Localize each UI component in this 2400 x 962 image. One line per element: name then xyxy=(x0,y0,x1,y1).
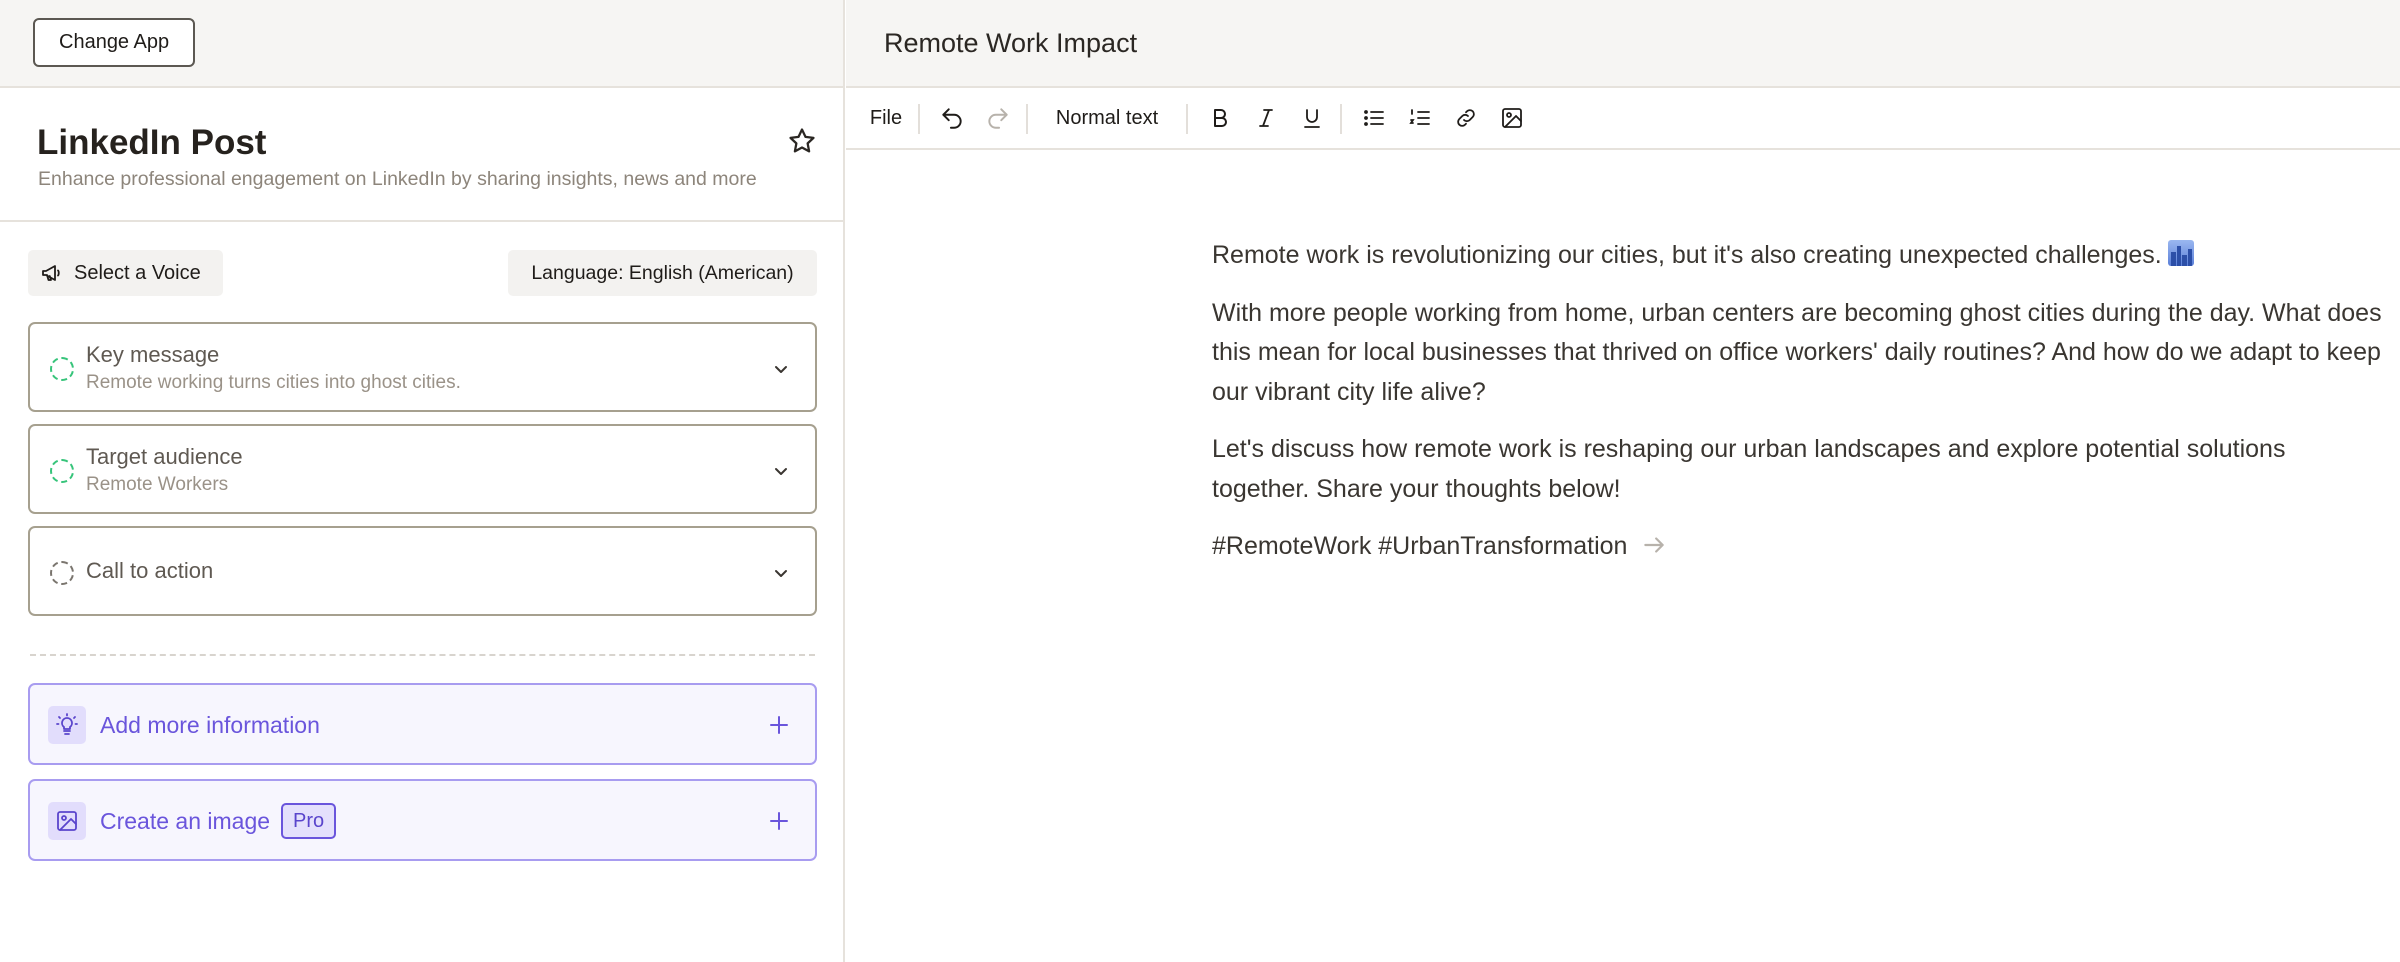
redo-button[interactable] xyxy=(978,88,1018,148)
status-circle-icon xyxy=(50,357,74,381)
plus-icon xyxy=(770,716,788,734)
text-style-dropdown[interactable]: Normal text xyxy=(1042,88,1172,148)
chevron-down-icon xyxy=(775,570,787,577)
status-circle-icon xyxy=(50,561,74,585)
select-voice-button[interactable]: Select a Voice xyxy=(28,250,223,296)
arrow-right-icon[interactable] xyxy=(1641,532,1667,558)
document-title[interactable]: Remote Work Impact xyxy=(884,28,1137,59)
document-header: Remote Work Impact xyxy=(846,0,2400,88)
section-divider xyxy=(30,654,815,656)
numbered-list-icon xyxy=(1409,109,1430,125)
lightbulb-icon xyxy=(48,706,86,744)
chevron-down-icon xyxy=(775,468,787,475)
field-key-message[interactable]: Key message Remote working turns cities … xyxy=(28,322,817,412)
language-button[interactable]: Language: English (American) xyxy=(508,250,817,296)
create-image-label: Create an image xyxy=(100,808,271,834)
left-top-bar: Change App xyxy=(0,0,843,88)
document-body[interactable]: Remote work is revolutionizing our citie… xyxy=(1212,236,2382,585)
bullet-list-button[interactable] xyxy=(1354,88,1394,148)
toolbar-divider xyxy=(918,104,920,134)
field-call-to-action[interactable]: Call to action xyxy=(28,526,817,616)
undo-icon xyxy=(942,108,962,129)
left-panel: Change App LinkedIn Post Enhance profess… xyxy=(0,0,845,962)
field-label: Key message xyxy=(86,342,220,367)
paragraph: Let's discuss how remote work is reshapi… xyxy=(1212,435,2286,503)
undo-button[interactable] xyxy=(932,88,972,148)
select-voice-label: Select a Voice xyxy=(74,261,201,284)
insert-image-button[interactable] xyxy=(1492,88,1532,148)
hashtags-text: #RemoteWork #UrbanTransformation xyxy=(1212,532,1628,560)
language-label: Language: English (American) xyxy=(531,261,794,284)
field-target-audience[interactable]: Target audience Remote Workers xyxy=(28,424,817,514)
paragraph: Remote work is revolutionizing our citie… xyxy=(1212,236,2382,276)
app-subtitle: Enhance professional engagement on Linke… xyxy=(38,168,757,190)
cityscape-emoji-icon xyxy=(2167,240,2194,266)
editor-toolbar: File Normal text xyxy=(846,88,2400,150)
image-icon xyxy=(48,802,86,840)
underline-icon xyxy=(1304,109,1320,128)
bullet-list-icon xyxy=(1364,110,1384,126)
status-circle-icon xyxy=(50,459,74,483)
app-header: LinkedIn Post Enhance professional engag… xyxy=(0,88,843,222)
file-menu[interactable]: File xyxy=(864,88,908,148)
bold-button[interactable] xyxy=(1200,88,1240,148)
add-more-information-button[interactable]: Add more information xyxy=(28,683,817,765)
change-app-button[interactable]: Change App xyxy=(33,18,196,67)
paragraph: With more people working from home, urba… xyxy=(1212,298,2382,406)
add-more-information-label: Add more information xyxy=(100,712,320,738)
toolbar-divider xyxy=(1026,104,1028,134)
file-menu-label: File xyxy=(869,106,903,129)
create-image-button[interactable]: Create an image Pro xyxy=(28,779,817,861)
chevron-down-icon xyxy=(775,366,787,373)
link-button[interactable] xyxy=(1446,88,1486,148)
app-title: LinkedIn Post xyxy=(37,123,267,162)
field-label: Call to action xyxy=(86,558,214,583)
insert-image-icon xyxy=(1502,108,1522,128)
star-icon[interactable] xyxy=(787,126,817,156)
pro-badge: Pro xyxy=(281,803,337,839)
bold-icon xyxy=(1214,109,1227,127)
link-icon xyxy=(1457,109,1475,127)
paragraph-text: Remote work is revolutionizing our citie… xyxy=(1212,241,2162,269)
italic-icon xyxy=(1259,109,1273,127)
plus-icon xyxy=(770,812,788,830)
underline-button[interactable] xyxy=(1292,88,1332,148)
italic-button[interactable] xyxy=(1246,88,1286,148)
text-style-label: Normal text xyxy=(1055,106,1159,129)
numbered-list-button[interactable] xyxy=(1400,88,1440,148)
megaphone-icon xyxy=(42,265,60,281)
field-value: Remote working turns cities into ghost c… xyxy=(86,372,461,393)
document-panel: Remote Work Impact File Normal text Remo… xyxy=(846,0,2400,962)
redo-icon xyxy=(988,108,1008,129)
field-value: Remote Workers xyxy=(86,474,229,495)
paragraph: #RemoteWork #UrbanTransformation xyxy=(1212,527,2382,567)
toolbar-divider xyxy=(1340,104,1342,134)
field-label: Target audience xyxy=(86,444,243,469)
toolbar-divider xyxy=(1186,104,1188,134)
